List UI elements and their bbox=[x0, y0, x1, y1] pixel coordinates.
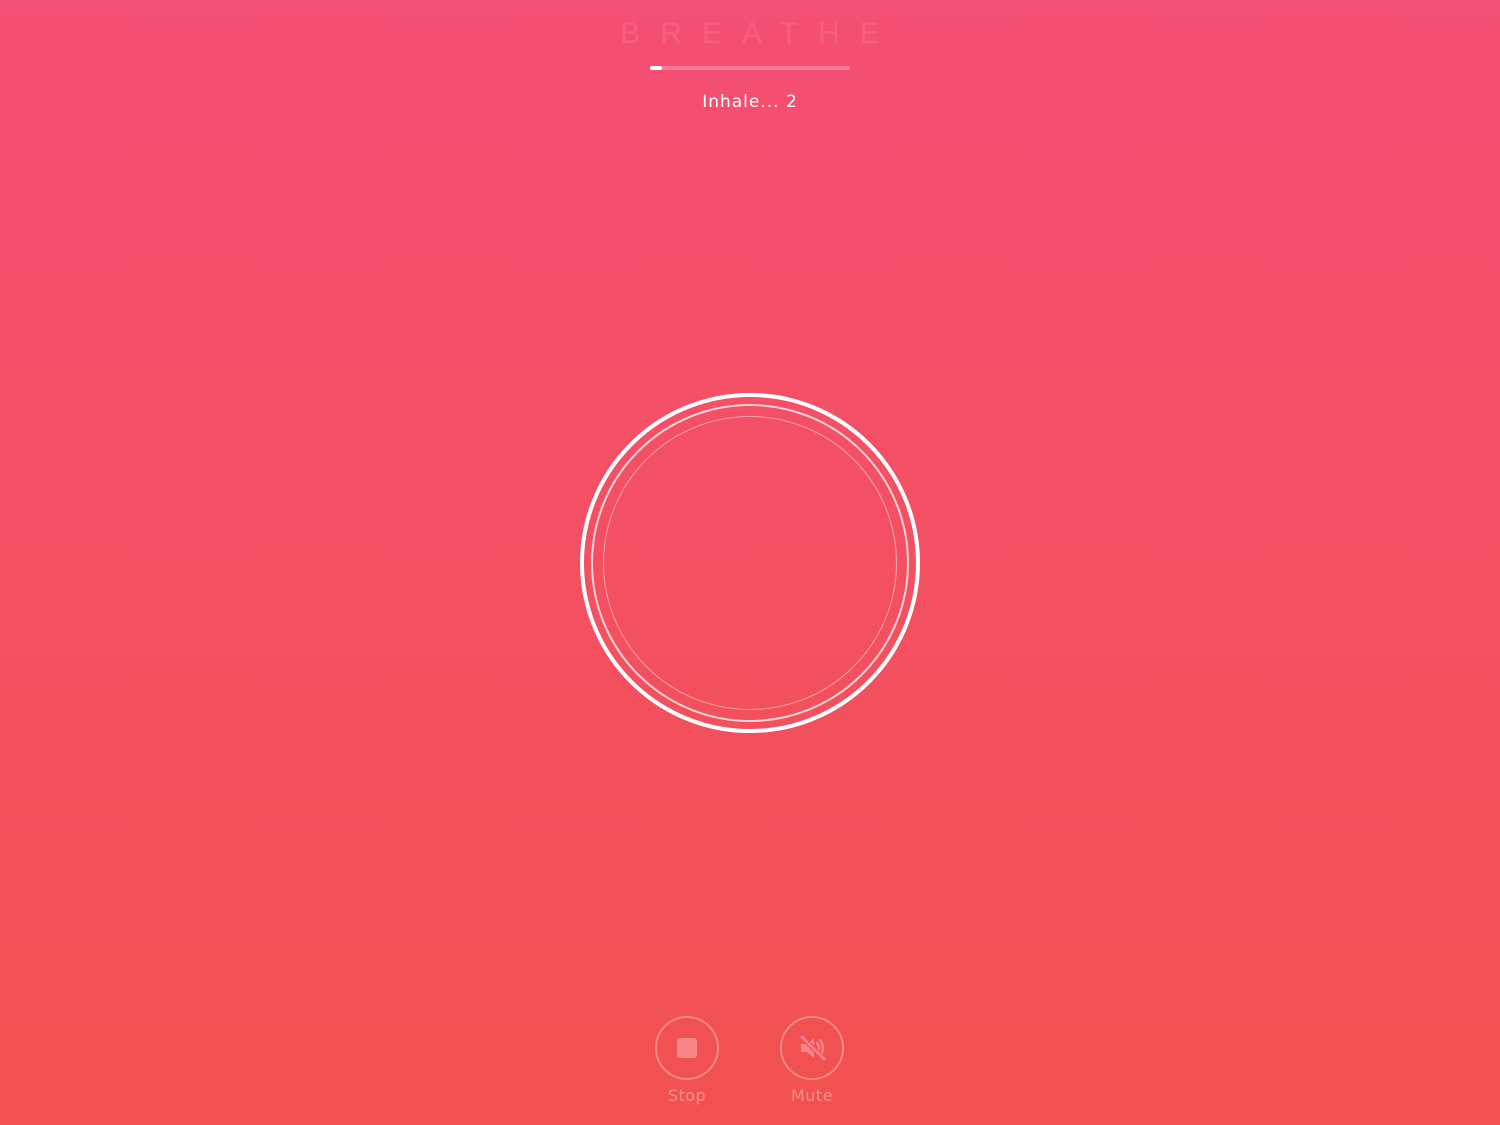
session-progress-bar bbox=[650, 66, 850, 70]
speaker-muted-icon bbox=[799, 1034, 827, 1062]
breath-status-text: Inhale... 2 bbox=[702, 92, 798, 112]
mute-label: Mute bbox=[790, 1086, 834, 1105]
app-header: BREATHE bbox=[0, 14, 1500, 54]
mute-control: Mute bbox=[762, 1016, 862, 1105]
stop-button[interactable] bbox=[655, 1016, 719, 1080]
mute-button[interactable] bbox=[780, 1016, 844, 1080]
app-title: BREATHE bbox=[620, 17, 900, 50]
stop-control: Stop bbox=[637, 1016, 737, 1105]
stop-label: Stop bbox=[667, 1086, 707, 1105]
breath-circle-inner-ring bbox=[603, 416, 897, 710]
stop-icon bbox=[677, 1038, 697, 1058]
session-progress-fill bbox=[650, 66, 662, 70]
